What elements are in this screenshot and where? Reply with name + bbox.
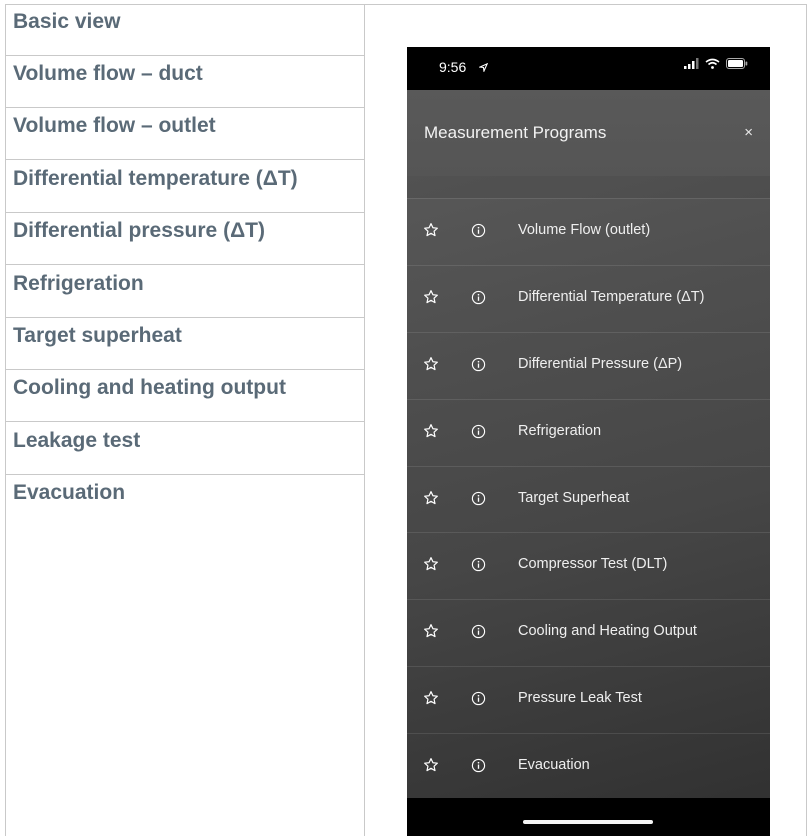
status-time: 9:56 [439, 59, 467, 75]
program-item[interactable]: Pressure Leak Test [407, 666, 770, 733]
program-label: Refrigeration [518, 423, 602, 439]
modal-title: Measurement Programs [424, 123, 607, 142]
program-label: Cooling and Heating Output [518, 623, 697, 639]
info-icon[interactable] [471, 557, 486, 572]
program-item[interactable]: Cooling and Heating Output [407, 599, 770, 666]
program-label: Evacuation [518, 757, 590, 773]
table-row: Volume flow – outlet [5, 108, 364, 160]
info-icon[interactable] [471, 691, 486, 706]
signal-icon [684, 58, 699, 69]
program-item[interactable]: Differential Temperature (ΔT) [407, 265, 770, 332]
home-bar-area [407, 798, 770, 836]
star-icon[interactable] [423, 222, 439, 238]
table-row: Cooling and heating output [5, 370, 364, 422]
program-item[interactable]: Evacuation [407, 733, 770, 800]
star-icon[interactable] [423, 356, 439, 372]
star-icon[interactable] [423, 556, 439, 572]
row-label: Volume flow – outlet [13, 114, 216, 137]
modal-header: Measurement Programs × [407, 90, 770, 176]
wifi-icon [705, 58, 720, 69]
info-icon[interactable] [471, 290, 486, 305]
table-row: Refrigeration [5, 266, 364, 318]
table-row: Basic view [5, 4, 364, 56]
info-icon[interactable] [471, 357, 486, 372]
row-label: Differential temperature (ΔT) [13, 167, 298, 190]
row-label: Refrigeration [13, 272, 144, 295]
row-label: Target superheat [13, 324, 182, 347]
star-icon[interactable] [423, 757, 439, 773]
info-icon[interactable] [471, 758, 486, 773]
star-icon[interactable] [423, 423, 439, 439]
row-label: Leakage test [13, 429, 141, 452]
table-row: Differential temperature (ΔT) [5, 161, 364, 213]
info-icon[interactable] [471, 424, 486, 439]
phone-screenshot: 9:56 Measurement Programs × Volume Flow … [407, 47, 770, 836]
program-label: Differential Temperature (ΔT) [518, 289, 705, 305]
table-row: Target superheat [5, 318, 364, 370]
program-label: Differential Pressure (ΔP) [518, 356, 683, 372]
info-icon[interactable] [471, 491, 486, 506]
row-label: Differential pressure (ΔT) [13, 219, 265, 242]
program-label: Pressure Leak Test [518, 690, 642, 706]
program-label: Target Superheat [518, 490, 630, 506]
home-indicator[interactable] [523, 820, 653, 824]
list-spacer [407, 176, 770, 198]
program-item[interactable]: Target Superheat [407, 466, 770, 533]
status-bar: 9:56 [407, 47, 770, 90]
close-button[interactable]: × [744, 124, 753, 141]
row-label: Volume flow – duct [13, 62, 203, 85]
table-row: Evacuation [5, 475, 364, 835]
star-icon[interactable] [423, 690, 439, 706]
row-label: Evacuation [13, 481, 126, 504]
star-icon[interactable] [423, 289, 439, 305]
program-item[interactable]: Refrigeration [407, 399, 770, 466]
table-row: Leakage test [5, 423, 364, 475]
star-icon[interactable] [423, 490, 439, 506]
row-label: Basic view [13, 10, 121, 33]
program-item[interactable]: Differential Pressure (ΔP) [407, 332, 770, 399]
battery-icon [726, 58, 748, 69]
program-label: Volume Flow (outlet) [518, 222, 651, 238]
star-icon[interactable] [423, 623, 439, 639]
system-icons [684, 58, 748, 69]
program-label: Compressor Test (DLT) [518, 556, 668, 572]
table-row: Volume flow – duct [5, 56, 364, 108]
row-label: Cooling and heating output [13, 376, 286, 399]
program-name-column: Basic view Volume flow – duct Volume flo… [5, 4, 365, 836]
info-icon[interactable] [471, 223, 486, 238]
info-icon[interactable] [471, 624, 486, 639]
program-item[interactable]: Volume Flow (outlet) [407, 198, 770, 265]
table-row: Differential pressure (ΔT) [5, 213, 364, 265]
program-item[interactable]: Compressor Test (DLT) [407, 532, 770, 599]
location-arrow-icon [479, 63, 488, 72]
